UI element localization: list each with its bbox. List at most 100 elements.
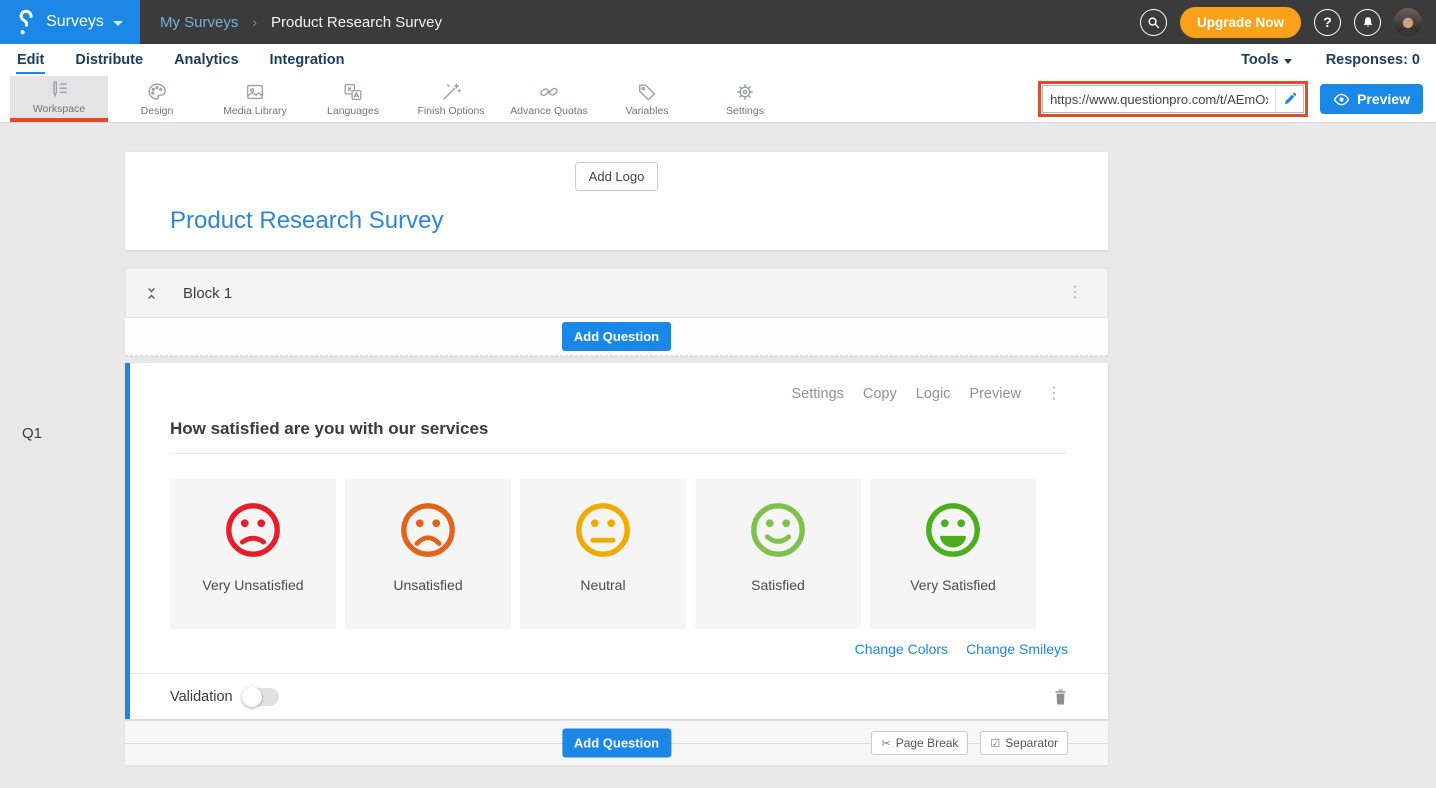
bell-icon xyxy=(1361,15,1375,30)
unsatisfied-smiley-icon xyxy=(397,479,459,561)
topbar-actions: Upgrade Now ? xyxy=(1140,7,1436,38)
validation-toggle[interactable] xyxy=(243,688,279,706)
user-avatar[interactable] xyxy=(1394,8,1422,36)
smiley-option-label: Very Satisfied xyxy=(910,577,996,593)
smiley-option-label: Satisfied xyxy=(751,577,805,593)
search-button[interactable] xyxy=(1140,9,1167,36)
translate-icon xyxy=(342,81,364,103)
edit-url-button[interactable] xyxy=(1275,86,1303,112)
breadcrumb-separator-icon: › xyxy=(252,14,257,30)
smiley-option-label: Very Unsatisfied xyxy=(202,577,303,593)
responses-count: Responses: 0 xyxy=(1326,52,1420,68)
upgrade-now-button[interactable]: Upgrade Now xyxy=(1180,7,1301,38)
smiley-option-label: Neutral xyxy=(580,577,625,593)
nav-right: Tools Responses: 0 xyxy=(1241,52,1420,68)
toolbar-item-variables[interactable]: Variables xyxy=(598,76,696,122)
block-title[interactable]: Block 1 xyxy=(183,285,232,302)
toolbar-item-design[interactable]: Design xyxy=(108,76,206,122)
question-card-q1: Settings Copy Logic Preview ⋮ How satisf… xyxy=(125,363,1108,719)
smiley-option-very-satisfied[interactable]: Very Satisfied xyxy=(870,479,1036,629)
add-question-button-top[interactable]: Add Question xyxy=(562,322,671,351)
question-settings-link[interactable]: Settings xyxy=(791,386,843,402)
image-icon xyxy=(244,81,266,103)
tools-label: Tools xyxy=(1241,52,1279,68)
question-index-label: Q1 xyxy=(22,425,42,442)
checkbox-icon: ☑ xyxy=(990,737,1000,750)
magic-wand-icon xyxy=(440,81,462,103)
add-question-button-bottom[interactable]: Add Question xyxy=(562,729,671,758)
validation-row: Validation xyxy=(130,673,1108,719)
collapse-block-button[interactable] xyxy=(144,285,159,302)
chevron-down-icon xyxy=(113,21,123,26)
gear-icon xyxy=(734,81,756,103)
question-logic-link[interactable]: Logic xyxy=(916,386,951,402)
top-bar: Surveys My Surveys › Product Research Su… xyxy=(0,0,1436,44)
satisfied-smiley-icon xyxy=(747,479,809,561)
tab-integration[interactable]: Integration xyxy=(269,47,346,74)
smiley-option-label: Unsatisfied xyxy=(393,577,462,593)
toolbar-item-languages[interactable]: Languages xyxy=(304,76,402,122)
smiley-option-very-unsatisfied[interactable]: Very Unsatisfied xyxy=(170,479,336,629)
palette-icon xyxy=(146,81,168,103)
eye-icon xyxy=(1333,93,1350,106)
validation-label: Validation xyxy=(170,689,233,705)
change-colors-link[interactable]: Change Colors xyxy=(855,641,948,657)
questionpro-logo-icon xyxy=(17,8,37,36)
toolbar-item-label: Languages xyxy=(327,105,379,117)
notifications-button[interactable] xyxy=(1354,9,1381,36)
smiley-option-unsatisfied[interactable]: Unsatisfied xyxy=(345,479,511,629)
question-mark-icon: ? xyxy=(1323,14,1332,30)
smiley-options: Very Unsatisfied Unsatisfied xyxy=(170,479,1068,629)
workspace-icon xyxy=(48,79,70,101)
editor-toolbar: Workspace Design Media Library xyxy=(0,76,1436,123)
toolbar-item-settings[interactable]: Settings xyxy=(696,76,794,122)
trash-icon xyxy=(1053,688,1068,706)
block-menu-button[interactable]: ⋮ xyxy=(1061,281,1089,305)
tab-edit[interactable]: Edit xyxy=(16,47,45,74)
toolbar-item-label: Design xyxy=(141,105,174,117)
toolbar-item-label: Settings xyxy=(726,105,764,117)
question-title[interactable]: How satisfied are you with our services xyxy=(170,419,1068,454)
separator-button[interactable]: ☑ Separator xyxy=(980,731,1068,755)
very-satisfied-smiley-icon xyxy=(922,479,984,561)
toolbar-right: Preview xyxy=(1038,81,1423,117)
question-copy-link[interactable]: Copy xyxy=(863,386,897,402)
add-logo-button[interactable]: Add Logo xyxy=(575,162,659,191)
toolbar-item-label: Advance Quotas xyxy=(510,105,588,117)
footer-right-buttons: ✂ Page Break ☑ Separator xyxy=(871,731,1068,755)
breadcrumb-current-survey: Product Research Survey xyxy=(271,14,442,31)
section-nav: Edit Distribute Analytics Integration To… xyxy=(0,44,1436,76)
neutral-smiley-icon xyxy=(572,479,634,561)
block-header: Block 1 ⋮ xyxy=(125,268,1108,318)
surveys-menu[interactable]: Surveys xyxy=(0,0,140,44)
toolbar-item-finish-options[interactable]: Finish Options xyxy=(402,76,500,122)
toolbar-item-label: Variables xyxy=(626,105,669,117)
question-menu-button[interactable]: ⋮ xyxy=(1040,382,1068,406)
preview-button[interactable]: Preview xyxy=(1320,84,1423,114)
delete-question-button[interactable] xyxy=(1053,688,1068,706)
toolbar-item-advance-quotas[interactable]: Advance Quotas xyxy=(500,76,598,122)
tools-dropdown[interactable]: Tools xyxy=(1241,52,1292,68)
toolbar-item-media-library[interactable]: Media Library xyxy=(206,76,304,122)
help-button[interactable]: ? xyxy=(1314,9,1341,36)
very-unsatisfied-smiley-icon xyxy=(222,479,284,561)
page-break-button[interactable]: ✂ Page Break xyxy=(871,731,968,755)
pencil-icon xyxy=(1283,92,1297,106)
toolbar-item-workspace[interactable]: Workspace xyxy=(10,76,108,122)
tab-distribute[interactable]: Distribute xyxy=(74,47,144,74)
scissors-icon: ✂ xyxy=(881,737,890,750)
breadcrumb-my-surveys[interactable]: My Surveys xyxy=(160,14,238,31)
smiley-option-neutral[interactable]: Neutral xyxy=(520,479,686,629)
surveys-menu-label: Surveys xyxy=(46,13,104,31)
separator-label: Separator xyxy=(1005,736,1058,750)
change-smileys-link[interactable]: Change Smileys xyxy=(966,641,1068,657)
survey-title[interactable]: Product Research Survey xyxy=(170,207,443,235)
question-preview-link[interactable]: Preview xyxy=(969,386,1021,402)
tab-analytics[interactable]: Analytics xyxy=(173,47,239,74)
smiley-option-satisfied[interactable]: Satisfied xyxy=(695,479,861,629)
survey-url-input[interactable] xyxy=(1043,92,1275,107)
toolbar-item-label: Media Library xyxy=(223,105,287,117)
survey-url-field xyxy=(1042,85,1304,113)
preview-label: Preview xyxy=(1357,91,1410,107)
breadcrumb: My Surveys › Product Research Survey xyxy=(160,14,442,31)
